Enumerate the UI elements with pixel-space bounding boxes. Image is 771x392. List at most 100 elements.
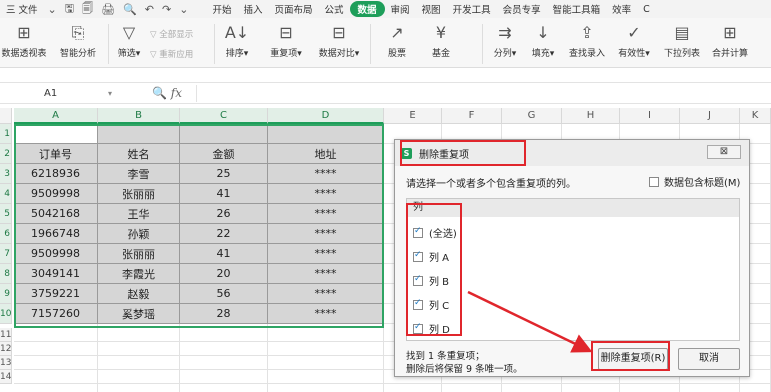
table-cell[interactable]: 9509998 — [14, 184, 98, 204]
tab-review[interactable]: 审阅 — [385, 2, 416, 16]
table-cell[interactable]: 25 — [180, 164, 268, 184]
select-all-corner[interactable] — [0, 108, 12, 124]
column-a-checkbox[interactable]: 列 A — [413, 249, 449, 264]
row-header-9[interactable]: 9 — [0, 284, 12, 304]
cell-empty[interactable] — [180, 124, 268, 144]
row-header-2[interactable]: 2 — [0, 144, 12, 164]
tab-developer[interactable]: 开发工具 — [447, 2, 497, 16]
table-cell[interactable]: 22 — [180, 224, 268, 244]
tab-data[interactable]: 数据 — [349, 1, 385, 17]
checkbox-column-d[interactable] — [413, 322, 423, 334]
header-checkbox-box[interactable] — [649, 176, 659, 187]
table-cell[interactable]: 赵毅 — [98, 284, 180, 304]
select-all-checkbox[interactable]: (全选) — [413, 225, 457, 240]
tab-page-layout[interactable]: 页面布局 — [268, 2, 318, 16]
column-header-d[interactable]: D — [268, 108, 384, 124]
cell-empty[interactable] — [14, 124, 98, 144]
checkbox-select-all[interactable] — [413, 226, 423, 238]
table-cell[interactable]: **** — [268, 184, 384, 204]
row-header-10[interactable]: 10 — [0, 304, 12, 324]
reapply-button[interactable]: ▽ 重新应用 — [150, 48, 193, 60]
split-column-button[interactable]: ⇉ 分列▾ — [490, 22, 520, 59]
table-cell[interactable]: 26 — [180, 204, 268, 224]
table-cell[interactable]: 奚梦瑶 — [98, 304, 180, 324]
consolidate-button[interactable]: ⊞ 合并计算 — [710, 22, 750, 59]
save-icon[interactable]: 🖫 — [61, 0, 78, 19]
name-box[interactable]: A1 — [8, 86, 118, 102]
row-header-7[interactable]: 7 — [0, 244, 12, 264]
quick-access-dropdown-icon[interactable]: ⌄ — [175, 3, 192, 16]
header-cell[interactable]: 地址 — [268, 144, 384, 164]
fill-button[interactable]: ↓ 填充▾ — [528, 22, 558, 59]
cell-empty[interactable] — [98, 124, 180, 144]
table-cell[interactable]: 李雪 — [98, 164, 180, 184]
column-header-g[interactable]: G — [502, 108, 562, 124]
table-cell[interactable]: 6218936 — [14, 164, 98, 184]
table-cell[interactable]: **** — [268, 284, 384, 304]
data-compare-button[interactable]: ⊟ 数据对比▾ — [314, 22, 364, 59]
table-cell[interactable]: 5042168 — [14, 204, 98, 224]
header-cell[interactable]: 金额 — [180, 144, 268, 164]
remove-duplicates-button[interactable]: 删除重复项(R) — [598, 348, 668, 370]
tab-efficiency[interactable]: 效率 — [606, 2, 637, 16]
row-header-8[interactable]: 8 — [0, 264, 12, 284]
tab-member[interactable]: 会员专享 — [497, 2, 547, 16]
row-header-5[interactable]: 5 — [0, 204, 12, 224]
table-cell[interactable]: 孙颖 — [98, 224, 180, 244]
fx-icon[interactable]: fx — [171, 86, 182, 100]
close-button[interactable]: ⊠ — [707, 145, 741, 159]
preview-icon[interactable]: 🔍 — [119, 3, 141, 16]
checkbox-column-b[interactable] — [413, 274, 423, 286]
tab-home[interactable]: 开始 — [206, 2, 237, 16]
lookup-entry-button[interactable]: ⇪ 查找录入 — [566, 22, 608, 59]
filter-button[interactable]: ▽ 筛选▾ — [114, 22, 144, 59]
table-cell[interactable]: **** — [268, 224, 384, 244]
tab-smart-toolbox[interactable]: 智能工具箱 — [547, 2, 607, 16]
row-header-3[interactable]: 3 — [0, 164, 12, 184]
table-cell[interactable]: 7157260 — [14, 304, 98, 324]
sort-button[interactable]: A↓ 排序▾ — [222, 22, 252, 59]
tab-formulas[interactable]: 公式 — [319, 2, 350, 16]
row-header-6[interactable]: 6 — [0, 224, 12, 244]
row-header-14[interactable]: 14 — [0, 370, 12, 384]
checkbox-column-c[interactable] — [413, 298, 423, 310]
column-c-checkbox[interactable]: 列 C — [413, 297, 449, 312]
file-menu[interactable]: 三 文件 — [0, 2, 44, 16]
file-menu-caret[interactable]: ⌄ — [44, 3, 61, 16]
table-cell[interactable]: 9509998 — [14, 244, 98, 264]
table-cell[interactable]: 李霞光 — [98, 264, 180, 284]
row-header-13[interactable]: 13 — [0, 356, 12, 370]
row-header-1[interactable]: 1 — [0, 124, 12, 144]
table-cell[interactable]: 3759221 — [14, 284, 98, 304]
funds-button[interactable]: ¥ 基金 — [428, 22, 454, 59]
header-cell[interactable]: 订单号 — [14, 144, 98, 164]
column-header-b[interactable]: B — [98, 108, 180, 124]
column-header-a[interactable]: A — [14, 108, 98, 124]
undo-icon[interactable]: ↶ — [141, 3, 158, 16]
formula-input[interactable] — [196, 85, 771, 102]
row-header-4[interactable]: 4 — [0, 184, 12, 204]
pivot-table-button[interactable]: ⊞ 数据透视表 — [0, 22, 48, 59]
column-header-h[interactable]: H — [562, 108, 620, 124]
row-header-12[interactable]: 12 — [0, 342, 12, 356]
print-icon[interactable]: 🖨 — [97, 3, 119, 16]
column-d-checkbox[interactable]: 列 D — [413, 321, 450, 336]
validity-button[interactable]: ✓ 有效性▾ — [614, 22, 654, 59]
show-all-button[interactable]: ▽ 全部显示 — [150, 28, 193, 40]
header-checkbox[interactable]: 数据包含标题(M) — [649, 174, 740, 189]
checkbox-column-a[interactable] — [413, 250, 423, 262]
duplicates-button[interactable]: ⊟ 重复项▾ — [266, 22, 306, 59]
cell-empty[interactable] — [268, 124, 384, 144]
zoom-icon[interactable]: 🔍 — [152, 86, 167, 100]
table-cell[interactable]: 56 — [180, 284, 268, 304]
tab-insert[interactable]: 插入 — [237, 2, 268, 16]
table-cell[interactable]: 张丽丽 — [98, 184, 180, 204]
name-box-dropdown-icon[interactable]: ▾ — [108, 86, 112, 102]
table-cell[interactable]: 王华 — [98, 204, 180, 224]
column-header-e[interactable]: E — [384, 108, 442, 124]
table-cell[interactable]: 20 — [180, 264, 268, 284]
table-cell[interactable]: **** — [268, 204, 384, 224]
cancel-button[interactable]: 取消 — [678, 348, 740, 370]
tab-overflow[interactable]: C — [637, 4, 656, 15]
column-header-c[interactable]: C — [180, 108, 268, 124]
